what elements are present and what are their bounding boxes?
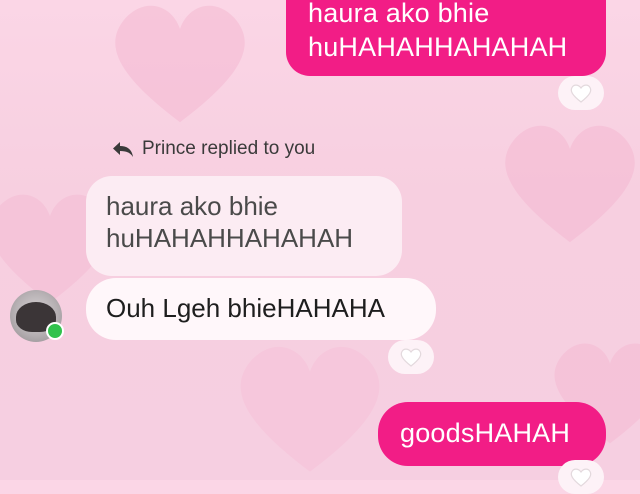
bg-heart-icon [505,125,635,243]
reply-label: Prince replied to you [142,138,316,159]
bg-heart-icon [240,346,380,472]
message-text: goodsHAHAH [400,418,571,448]
incoming-message-bubble[interactable]: Ouh Lgeh bhieHAHAHA [86,278,436,340]
message-text: Ouh Lgeh bhieHAHAHA [106,293,385,323]
chat-thread: haura ako bhie huHAHAHHAHAHAH Prince rep… [0,0,640,494]
quoted-message[interactable]: haura ako bhie huHAHAHHAHAHAH [86,176,402,276]
message-text: haura ako bhie [308,0,490,28]
online-status-dot [46,322,64,340]
reply-indicator: Prince replied to you [112,138,315,160]
quoted-text: huHAHAHHAHAHAH [106,223,354,253]
message-reaction[interactable] [388,340,434,374]
message-reaction[interactable] [558,460,604,494]
white-heart-icon [400,348,422,367]
outgoing-message-bubble[interactable]: goodsHAHAH [378,402,606,466]
quoted-text: haura ako bhie [106,191,279,221]
white-heart-icon [570,84,592,103]
outgoing-message-bubble[interactable]: haura ako bhie huHAHAHHAHAHAH [286,0,606,76]
message-reaction[interactable] [558,76,604,110]
bg-heart-icon [115,5,245,123]
message-text: huHAHAHHAHAHAH [308,32,568,62]
reply-arrow-icon [113,142,133,157]
white-heart-icon [570,468,592,487]
